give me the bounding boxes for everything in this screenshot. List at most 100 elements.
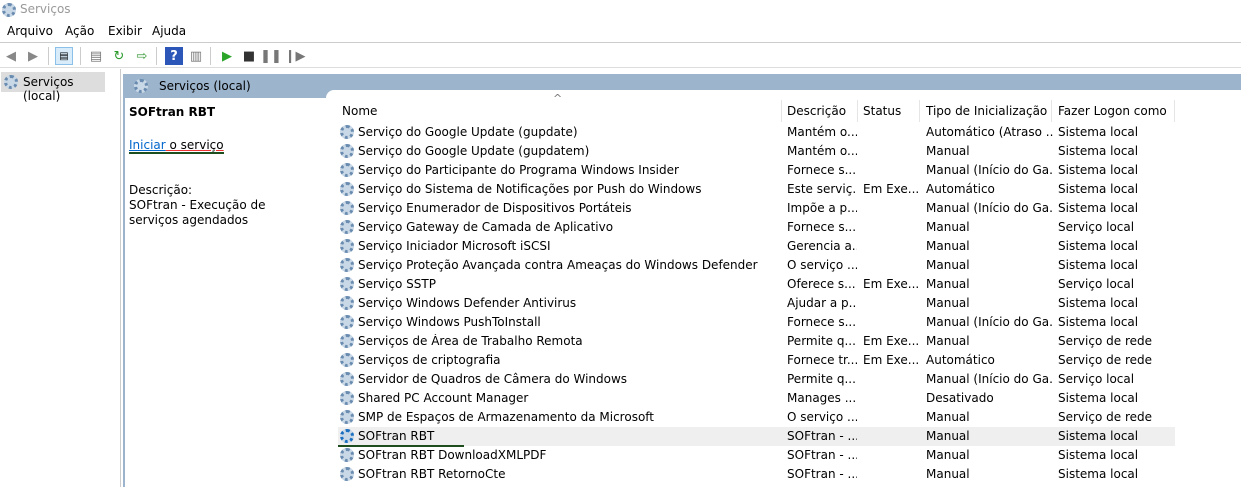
back-icon[interactable]: ◀ xyxy=(2,47,20,65)
cell-description: Oferece s... xyxy=(787,277,856,291)
cell-log-on-as: Sistema local xyxy=(1058,239,1139,253)
cell-log-on-as: Sistema local xyxy=(1058,144,1139,158)
table-row[interactable]: Serviço Proteção Avançada contra Ameaças… xyxy=(338,256,1175,275)
cell-description: Ajudar a p... xyxy=(787,296,857,310)
cell-description: Permite q... xyxy=(787,334,856,348)
properties-icon[interactable]: ▤ xyxy=(87,47,105,65)
table-row[interactable]: Serviço Gateway de Camada de Aplicativo F… xyxy=(338,218,1175,237)
table-row[interactable]: SOFtran RBT SOFtran - ... Manual Sistema lo… xyxy=(338,427,1175,447)
cell-startup-type: Manual xyxy=(926,239,970,253)
cell-startup-type: Manual (Início do Ga... xyxy=(926,163,1054,177)
stop-service-icon[interactable]: ■ xyxy=(240,47,258,65)
cell-startup-type: Manual xyxy=(926,429,970,443)
cell-startup-type: Manual xyxy=(926,220,970,234)
cell-name: Servidor de Quadros de Câmera do Windows xyxy=(358,372,628,386)
table-row[interactable]: SOFtran RBT DownloadXMLPDF SOFtran - ... M… xyxy=(338,446,1175,465)
table-row[interactable]: Serviço do Google Update (gupdatem) Manté… xyxy=(338,142,1175,161)
forward-icon[interactable]: ▶ xyxy=(24,47,42,65)
restart-service-icon[interactable]: ❙▶ xyxy=(285,47,306,65)
service-gear-icon xyxy=(340,429,354,443)
menu-exibir[interactable]: Exibir xyxy=(108,24,142,38)
cell-startup-type: Manual xyxy=(926,467,970,481)
cell-startup-type: Automático xyxy=(926,353,995,367)
service-gear-icon xyxy=(340,182,354,196)
start-service-icon[interactable]: ▶ xyxy=(218,47,236,65)
show-hide-tree-icon[interactable]: ▤ xyxy=(55,47,73,65)
cell-description: Este serviç... xyxy=(787,182,857,196)
action-pane-icon[interactable]: ▥ xyxy=(187,47,205,65)
table-row[interactable]: Serviço Windows Defender Antivirus Ajudar… xyxy=(338,294,1175,313)
cell-startup-type: Manual (Início do Ga... xyxy=(926,315,1054,329)
table-row[interactable]: Servidor de Quadros de Câmera do Windows… xyxy=(338,370,1175,389)
table-row[interactable]: Serviço do Participante do Programa Wind… xyxy=(338,161,1175,180)
cell-log-on-as: Serviço local xyxy=(1058,277,1135,291)
cell-name: Serviço do Google Update (gupdatem) xyxy=(358,144,590,158)
tree-item-label: Serviços (local) xyxy=(23,75,74,103)
table-row[interactable]: Serviço Iniciador Microsoft iSCSI Gerenci… xyxy=(338,237,1175,256)
help-icon[interactable]: ? xyxy=(165,47,183,65)
table-row[interactable]: Serviços de criptografia Fornece tr... Em … xyxy=(338,351,1175,370)
table-row[interactable]: Serviço Enumerador de Dispositivos Portá… xyxy=(338,199,1175,218)
cell-log-on-as: Serviço de rede xyxy=(1058,410,1152,424)
table-row[interactable]: Serviços de Área de Trabalho Remota Permi… xyxy=(338,332,1175,351)
cell-log-on-as: Serviço de rede xyxy=(1058,353,1152,367)
cell-log-on-as: Sistema local xyxy=(1058,429,1139,443)
cell-log-on-as: Sistema local xyxy=(1058,448,1139,462)
cell-log-on-as: Serviço local xyxy=(1058,372,1135,386)
tree-item-services-local[interactable]: Serviços (local) xyxy=(1,72,105,103)
menu-ajuda[interactable]: Ajuda xyxy=(152,24,186,38)
table-row[interactable]: SMP de Espaços de Armazenamento da Micro… xyxy=(338,408,1175,427)
menu-acao[interactable]: Ação xyxy=(65,24,94,38)
menu-arquivo[interactable]: Arquivo xyxy=(7,24,53,38)
service-name: SOFtran RBT xyxy=(129,105,216,119)
pause-service-icon[interactable]: ❚❚ xyxy=(260,47,282,65)
cell-description: Fornece tr... xyxy=(787,353,857,367)
cell-log-on-as: Sistema local xyxy=(1058,125,1139,139)
cell-startup-type: Manual xyxy=(926,144,970,158)
start-service-link[interactable]: Iniciar xyxy=(129,138,166,152)
cell-description: Fornece s... xyxy=(787,220,857,234)
table-row[interactable]: Serviço Windows PushToInstall Fornece s..… xyxy=(338,313,1175,332)
table-row[interactable]: Serviço SSTP Oferece s... Em Exe... Manual S… xyxy=(338,275,1175,294)
service-gear-icon xyxy=(340,125,354,139)
service-gear-icon xyxy=(340,163,354,177)
toolbar: ◀ ▶ ▤ ▤ ↻ ⇨ ? ▥ ▶ ■ ❚❚ ❙▶ xyxy=(0,42,1241,68)
cell-startup-type: Desativado xyxy=(926,391,994,405)
service-gear-icon xyxy=(340,410,354,424)
cell-description: SOFtran - ... xyxy=(787,429,857,443)
cell-log-on-as: Serviço de rede xyxy=(1058,334,1152,348)
cell-description: Fornece s... xyxy=(787,163,857,177)
menu-bar: Arquivo Ação Exibir Ajuda xyxy=(0,22,1241,42)
cell-status: Em Exe... xyxy=(863,334,920,348)
cell-description: SOFtran - ... xyxy=(787,448,857,462)
cell-startup-type: Automático xyxy=(926,182,995,196)
cell-log-on-as: Sistema local xyxy=(1058,315,1139,329)
cell-name: SOFtran RBT xyxy=(358,429,435,443)
cell-startup-type: Manual (Início do Ga... xyxy=(926,201,1054,215)
refresh-icon[interactable]: ↻ xyxy=(110,47,128,65)
sort-ascending-icon: ^ xyxy=(553,92,563,105)
service-gear-icon xyxy=(340,334,354,348)
table-row[interactable]: Serviço do Sistema de Notificações por P… xyxy=(338,180,1175,199)
cell-description: O serviço ... xyxy=(787,258,857,272)
cell-description: O serviço ... xyxy=(787,410,857,424)
cell-description: Manages ... xyxy=(787,391,857,405)
window-title: Serviços xyxy=(20,2,71,16)
services-gear-icon xyxy=(2,3,16,17)
cell-description: SOFtran - ... xyxy=(787,467,857,481)
table-row[interactable]: SOFtran RBT RetornoCte SOFtran - ... Manua… xyxy=(338,465,1175,484)
service-gear-icon xyxy=(340,201,354,215)
table-row[interactable]: Shared PC Account Manager Manages ... Desa… xyxy=(338,389,1175,408)
cell-log-on-as: Sistema local xyxy=(1058,258,1139,272)
cell-description: Gerencia a... xyxy=(787,239,857,253)
cell-startup-type: Manual xyxy=(926,448,970,462)
services-list: ^ Nome Descrição Status Tipo de Iniciali… xyxy=(326,90,1241,487)
cell-log-on-as: Sistema local xyxy=(1058,182,1139,196)
cell-status: Em Exe... xyxy=(863,182,920,196)
cell-startup-type: Automático (Atraso ... xyxy=(926,125,1054,139)
export-list-icon[interactable]: ⇨ xyxy=(133,47,151,65)
cell-log-on-as: Sistema local xyxy=(1058,296,1139,310)
cell-name: SOFtran RBT RetornoCte xyxy=(358,467,506,481)
service-gear-icon xyxy=(340,372,354,386)
table-row[interactable]: Serviço do Google Update (gupdate) Mantém… xyxy=(338,123,1175,142)
